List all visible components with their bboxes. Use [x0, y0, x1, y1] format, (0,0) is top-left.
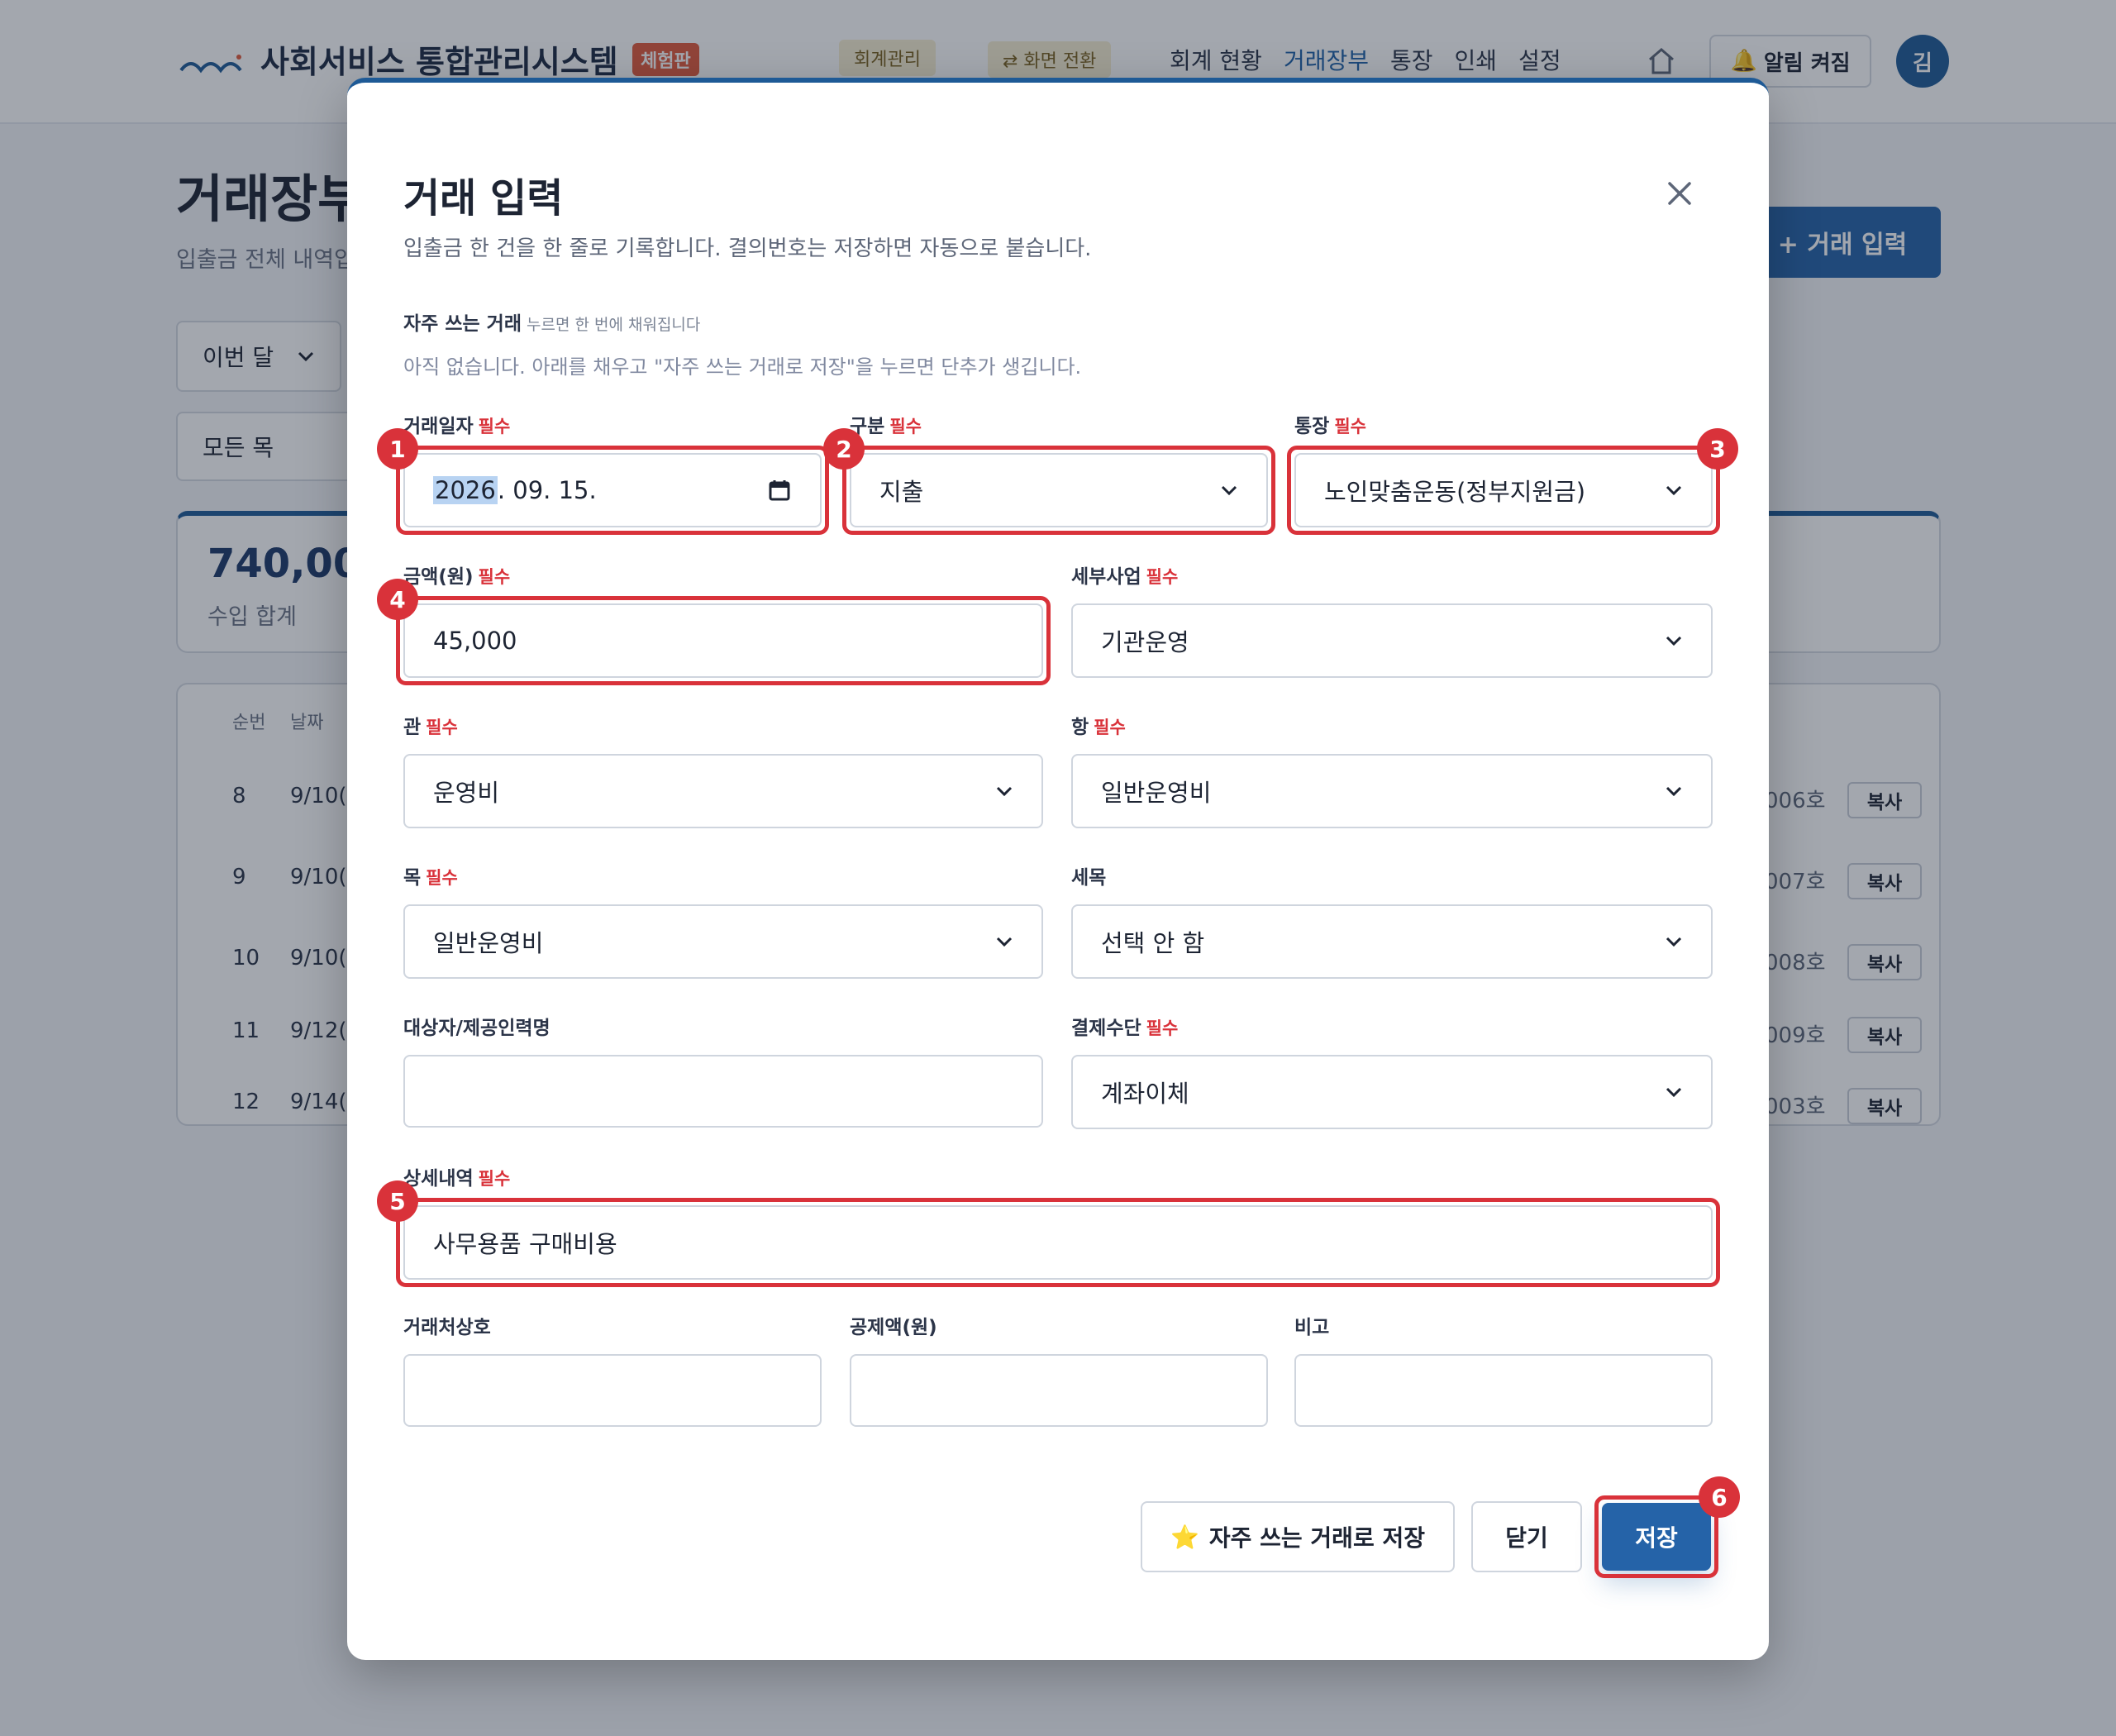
memo-input[interactable] — [1294, 1354, 1713, 1427]
save-favorite-button[interactable]: ⭐ 자주 쓰는 거래로 저장 — [1141, 1501, 1455, 1572]
close-icon[interactable] — [1661, 175, 1698, 212]
semok-value: 선택 안 함 — [1101, 929, 1205, 957]
target-label: 대상자/제공인력명 — [403, 1018, 550, 1039]
star-icon: ⭐ — [1170, 1523, 1199, 1551]
subproject-select[interactable]: 기관운영 — [1071, 603, 1713, 678]
highlight-box-type — [842, 446, 1275, 535]
close-button[interactable]: 닫기 — [1471, 1501, 1582, 1572]
target-input[interactable] — [403, 1055, 1043, 1128]
semok-label: 세목 — [1071, 867, 1107, 889]
mok-label: 목 필수 — [403, 867, 458, 889]
gwan-value: 운영비 — [433, 779, 500, 807]
chevron-down-icon — [996, 937, 1013, 947]
step-badge-4: 4 — [377, 579, 418, 620]
hang-select[interactable]: 일반운영비 — [1071, 754, 1713, 828]
hang-value: 일반운영비 — [1101, 779, 1212, 807]
chevron-down-icon — [1666, 937, 1682, 947]
payment-select[interactable]: 계좌이체 — [1071, 1055, 1713, 1129]
deduction-label: 공제액(원) — [850, 1317, 937, 1338]
save-favorite-label: 자주 쓰는 거래로 저장 — [1208, 1524, 1425, 1552]
highlight-box-detail — [396, 1198, 1720, 1287]
deduction-input[interactable] — [850, 1354, 1268, 1427]
subproject-label: 세부사업 필수 — [1071, 566, 1179, 588]
highlight-box-save — [1594, 1495, 1718, 1578]
memo-label: 비고 — [1294, 1317, 1330, 1338]
gwan-label: 관 필수 — [403, 717, 458, 738]
step-badge-6: 6 — [1699, 1476, 1740, 1518]
semok-select[interactable]: 선택 안 함 — [1071, 904, 1713, 979]
favorites-empty-text: 아직 없습니다. 아래를 채우고 "자주 쓰는 거래로 저장"을 누르면 단추가… — [403, 355, 1082, 379]
date-label: 거래일자 필수 — [403, 416, 511, 437]
type-label: 구분 필수 — [850, 416, 922, 437]
subproject-value: 기관운영 — [1101, 628, 1189, 656]
transaction-entry-dialog: 거래 입력 입출금 한 건을 한 줄로 기록합니다. 결의번호는 저장하면 자동… — [347, 78, 1769, 1660]
payment-label: 결제수단 필수 — [1071, 1018, 1179, 1039]
favorites-hint: 누르면 한 번에 채워집니다 — [526, 316, 701, 334]
detail-label: 상세내역 필수 — [403, 1168, 511, 1190]
chevron-down-icon — [1666, 786, 1682, 797]
favorites-label: 자주 쓰는 거래 누르면 한 번에 채워집니다 — [403, 313, 701, 335]
highlight-box-date — [396, 446, 829, 535]
chevron-down-icon — [1666, 636, 1682, 646]
chevron-down-icon — [1666, 1087, 1682, 1098]
vendor-label: 거래처상호 — [403, 1317, 491, 1338]
amount-label: 금액(원) 필수 — [403, 566, 511, 588]
chevron-down-icon — [996, 786, 1013, 797]
account-label: 통장 필수 — [1294, 416, 1366, 437]
mok-select[interactable]: 일반운영비 — [403, 904, 1043, 979]
dialog-title: 거래 입력 — [403, 175, 564, 222]
step-badge-2: 2 — [823, 428, 865, 470]
step-badge-5: 5 — [377, 1180, 418, 1222]
highlight-box-amount — [396, 596, 1051, 685]
payment-value: 계좌이체 — [1101, 1080, 1189, 1108]
step-badge-1: 1 — [377, 428, 418, 470]
hang-label: 항 필수 — [1071, 717, 1126, 738]
dialog-subtitle: 입출금 한 건을 한 줄로 기록합니다. 결의번호는 저장하면 자동으로 붙습니… — [403, 236, 1092, 261]
gwan-select[interactable]: 운영비 — [403, 754, 1043, 828]
step-badge-3: 3 — [1697, 428, 1738, 470]
highlight-box-account — [1287, 446, 1720, 535]
mok-value: 일반운영비 — [433, 929, 544, 957]
vendor-input[interactable] — [403, 1354, 822, 1427]
